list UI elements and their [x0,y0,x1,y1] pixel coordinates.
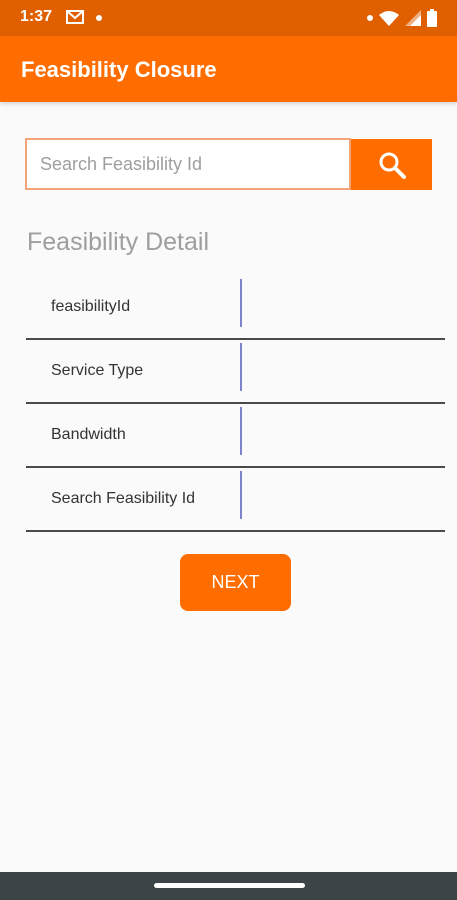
status-bar: 1:37 [0,0,457,36]
page-title: Feasibility Closure [21,57,217,82]
detail-table: feasibilityId Service Type Bandwidth Sea… [26,276,445,532]
table-row: Search Feasibility Id [26,468,445,532]
column-divider [240,471,242,519]
search-button[interactable] [351,139,432,190]
next-button[interactable]: NEXT [180,554,291,611]
home-handle[interactable] [154,883,305,888]
row-label: Service Type [51,362,144,379]
row-label: Search Feasibility Id [51,490,196,507]
column-divider [240,407,242,455]
table-row: feasibilityId [26,276,445,340]
column-divider [240,343,242,391]
system-nav-bar [0,872,457,900]
status-icons [367,7,437,29]
signal-icon [405,10,421,26]
mail-icon [66,10,84,24]
notification-dot-icon [367,15,373,21]
section-title: Feasibility Detail [27,228,210,256]
search-box [25,138,351,190]
app-bar: Feasibility Closure [0,36,457,102]
battery-icon [427,9,437,27]
wifi-icon [379,11,399,26]
column-divider [240,279,242,327]
row-label: Bandwidth [51,426,126,443]
row-label: feasibilityId [51,298,131,315]
table-row: Service Type [26,340,445,404]
table-row: Bandwidth [26,404,445,468]
search-input[interactable] [27,140,349,188]
search-icon [379,152,406,179]
status-time: 1:37 [20,8,53,25]
notification-dot-icon [96,15,102,21]
